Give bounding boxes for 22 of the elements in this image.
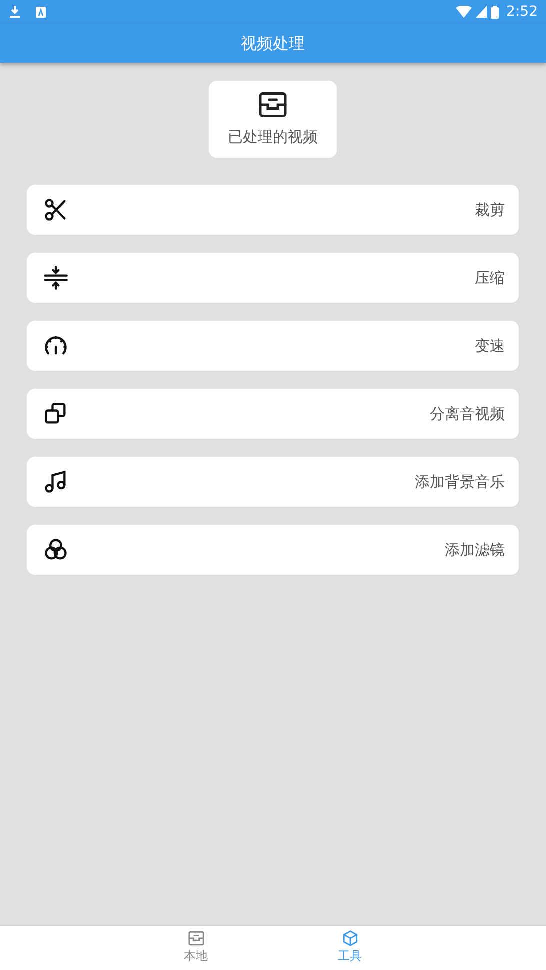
tool-row[interactable]: 裁剪: [27, 185, 519, 235]
tool-row[interactable]: 添加背景音乐: [27, 457, 519, 507]
app-title: 视频处理: [241, 32, 305, 54]
cube-icon: [342, 930, 358, 947]
tool-row[interactable]: 压缩: [27, 253, 519, 303]
battery-icon: [490, 6, 499, 18]
music-note-icon: [43, 469, 69, 495]
tool-row[interactable]: 添加滤镜: [27, 525, 519, 575]
nav-tab[interactable]: 本地: [166, 926, 226, 970]
wifi-icon: [456, 6, 472, 18]
tray-icon: [258, 90, 288, 120]
notification-icon: [36, 6, 46, 18]
copy-icon: [43, 401, 69, 427]
scissors-icon: [43, 197, 69, 223]
tool-row[interactable]: 变速: [27, 321, 519, 371]
download-icon: [10, 6, 20, 18]
processed-videos-button[interactable]: 已处理的视频: [209, 81, 337, 158]
tool-row[interactable]: 分离音视频: [27, 389, 519, 439]
status-time: 2:52: [506, 2, 538, 22]
signal-icon: [476, 6, 487, 18]
compress-icon: [43, 265, 69, 291]
tray-icon: [188, 930, 204, 947]
